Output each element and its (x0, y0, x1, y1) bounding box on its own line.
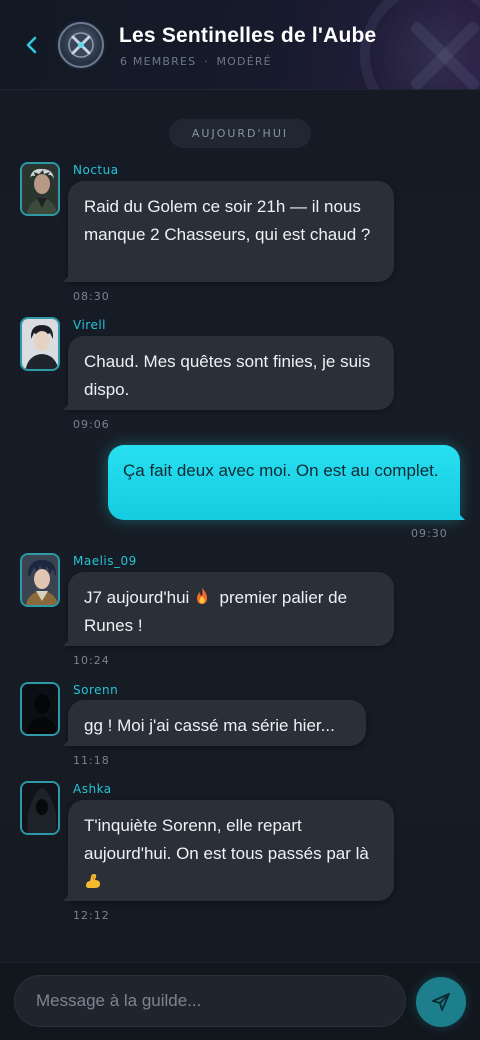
send-button[interactable] (416, 977, 466, 1027)
message-bubble[interactable]: gg ! Moi j'ai cassé ma série hier... (63, 700, 366, 746)
guild-avatar[interactable] (58, 22, 104, 68)
message-text: Raid du Golem ce soir 21h — il nous manq… (84, 197, 371, 244)
back-button[interactable] (18, 30, 46, 60)
message-bubble[interactable]: Raid du Golem ce soir 21h — il nous manq… (63, 181, 394, 282)
message-text-part: J7 aujourd'hui (84, 588, 190, 607)
chevron-left-icon (26, 36, 37, 54)
crossed-swords-emblem-icon (68, 32, 94, 58)
message-text: Ça fait deux avec moi. On est au complet… (123, 461, 439, 480)
avatar-image (22, 684, 58, 734)
sender-name: Ashka (73, 782, 112, 796)
message-time: 12:12 (73, 909, 110, 922)
message-bubble[interactable]: Chaud. Mes quêtes sont finies, je suis d… (63, 336, 394, 410)
message-input[interactable]: Message à la guilde... (14, 975, 406, 1027)
own-message-bubble[interactable]: Ça fait deux avec moi. On est au complet… (108, 445, 465, 520)
message-text: gg ! Moi j'ai cassé ma série hier... (84, 716, 335, 735)
message-time: 11:18 (73, 754, 110, 767)
fire-emoji-icon (197, 588, 208, 604)
guild-emblem-watermark (360, 0, 480, 89)
send-icon (432, 993, 450, 1011)
message-text: Chaud. Mes quêtes sont finies, je suis d… (84, 352, 371, 399)
sender-name: Noctua (73, 163, 119, 177)
avatar-virell[interactable] (20, 317, 60, 371)
day-divider: AUJOURD'HUI (169, 119, 311, 148)
message-bubble[interactable]: J7 aujourd'hui premier palier de Runes ! (63, 572, 394, 646)
meta-separator: · (204, 55, 209, 68)
message-bubble[interactable]: T'inquiète Sorenn, elle repart aujourd'h… (63, 800, 394, 901)
message-time: 10:24 (73, 654, 110, 667)
avatar-image (22, 783, 58, 833)
avatar-sorenn[interactable] (20, 682, 60, 736)
message-text: J7 aujourd'hui premier palier de Runes ! (84, 588, 347, 635)
guild-name: Les Sentinelles de l'Aube (119, 24, 377, 47)
sender-name: Sorenn (73, 683, 119, 697)
member-count: 6 MEMBRES (120, 55, 197, 68)
moderation-status: MODÉRÉ (216, 55, 272, 68)
message-text: T'inquiète Sorenn, elle repart aujourd'h… (84, 816, 369, 863)
guild-meta: 6 MEMBRES · MODÉRÉ (120, 55, 272, 68)
message-time: 08:30 (73, 290, 110, 303)
avatar-maelis[interactable] (20, 553, 60, 607)
avatar-image (22, 555, 58, 605)
avatar-ashka[interactable] (20, 781, 60, 835)
flexed-biceps-emoji-icon (86, 874, 100, 888)
avatar-image (22, 164, 58, 214)
avatar-noctua[interactable] (20, 162, 60, 216)
avatar-image (22, 319, 58, 369)
message-time: 09:06 (73, 418, 110, 431)
sender-name: Maelis_09 (73, 554, 137, 568)
message-time: 09:30 (411, 527, 448, 540)
sender-name: Virell (73, 318, 106, 332)
message-composer: Message à la guilde... (0, 962, 480, 1040)
message-input-placeholder: Message à la guilde... (36, 991, 202, 1010)
chat-header: Les Sentinelles de l'Aube 6 MEMBRES · MO… (0, 0, 480, 90)
chat-screen: Les Sentinelles de l'Aube 6 MEMBRES · MO… (0, 0, 480, 1040)
